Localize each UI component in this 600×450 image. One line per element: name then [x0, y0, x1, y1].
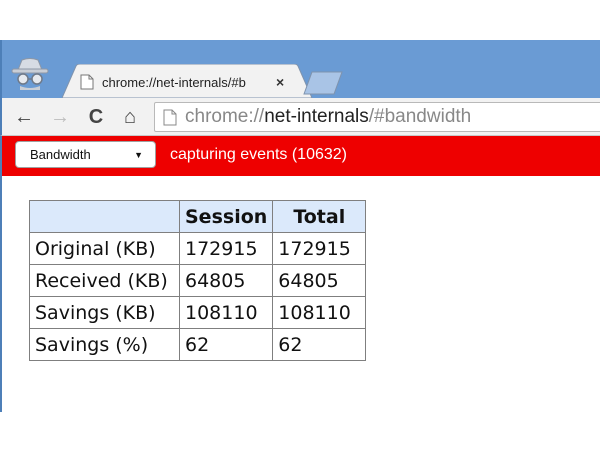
home-icon: ⌂ [123, 105, 137, 128]
url-scheme: chrome:// [185, 106, 265, 127]
tab-active[interactable]: chrome://net-internals/#b × [80, 67, 300, 97]
header-cell-total: Total [272, 200, 367, 233]
row-label: Original (KB) [29, 232, 180, 265]
session-value: 172915 [178, 232, 274, 265]
total-value: 64805 [272, 264, 367, 297]
url-path: /#bandwidth [368, 106, 472, 127]
net-internals-status-bar: Bandwidth ▼ capturing events (10632) [0, 136, 600, 176]
row-label: Savings (KB) [29, 296, 180, 329]
row-label: Savings (%) [29, 328, 180, 361]
total-value: 108110 [272, 296, 367, 329]
forward-arrow-icon: → [50, 105, 70, 128]
view-select-dropdown[interactable]: Bandwidth ▼ [15, 141, 156, 168]
header-cell-empty [29, 200, 180, 233]
reload-button[interactable]: C [84, 105, 108, 129]
bandwidth-table: Session Total Original (KB) 172915 17291… [29, 200, 367, 361]
url-host: net-internals [264, 106, 369, 127]
browser-window: chrome://net-internals/#b × ← → C ⌂ chro… [0, 40, 600, 412]
back-arrow-icon: ← [14, 105, 34, 128]
capture-status-text: capturing events (10632) [170, 146, 347, 163]
table-row: Savings (KB) 108110 108110 [29, 296, 367, 329]
back-button[interactable]: ← [12, 105, 36, 129]
page-icon [163, 109, 177, 125]
home-button[interactable]: ⌂ [118, 105, 142, 129]
address-bar[interactable]: chrome://net-internals/#bandwidth [154, 102, 600, 132]
table-row: Received (KB) 64805 64805 [29, 264, 367, 297]
table-row: Savings (%) 62 62 [29, 328, 367, 361]
new-tab-button[interactable] [302, 70, 344, 96]
reload-icon: C [88, 105, 104, 128]
header-cell-session: Session [178, 200, 274, 233]
bandwidth-view: Session Total Original (KB) 172915 17291… [0, 176, 600, 412]
dropdown-arrow-icon: ▼ [134, 150, 143, 160]
browser-toolbar: ← → C ⌂ chrome://net-internals/#bandwidt… [0, 98, 600, 136]
session-value: 108110 [178, 296, 274, 329]
session-value: 62 [178, 328, 274, 361]
tab-close-icon[interactable]: × [276, 74, 284, 90]
forward-button[interactable]: → [48, 105, 72, 129]
session-value: 64805 [178, 264, 274, 297]
incognito-icon [11, 58, 49, 90]
table-row: Original (KB) 172915 172915 [29, 232, 367, 265]
url-text: chrome://net-internals/#bandwidth [185, 106, 471, 128]
total-value: 172915 [272, 232, 367, 265]
table-header-row: Session Total [29, 200, 367, 233]
tab-title: chrome://net-internals/#b [102, 74, 246, 90]
title-bar: chrome://net-internals/#b × [0, 40, 600, 98]
total-value: 62 [272, 328, 367, 361]
page-icon [80, 74, 94, 90]
row-label: Received (KB) [29, 264, 180, 297]
view-select-value: Bandwidth [30, 147, 91, 162]
